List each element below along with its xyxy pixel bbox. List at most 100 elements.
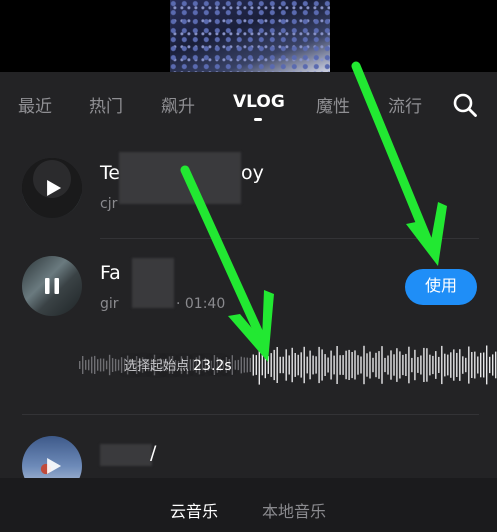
- waveform-bar: [237, 359, 239, 371]
- waveform-bar: [360, 356, 362, 374]
- waveform-bar: [285, 349, 287, 381]
- waveform-bar: [459, 349, 461, 381]
- waveform-bar: [234, 360, 236, 370]
- waveform-bar: [117, 359, 120, 371]
- waveform-bar: [387, 355, 389, 375]
- redaction-mask: [100, 444, 152, 466]
- track-item[interactable]: Te oy cjr: [0, 152, 497, 239]
- waveform-bar: [402, 354, 404, 376]
- tab-magic[interactable]: 魔性: [316, 92, 350, 117]
- waveform-bar: [97, 359, 99, 371]
- waveform-start-time: 23.2s: [193, 358, 232, 374]
- track-item-selected[interactable]: Fa gir · 01:40 使用: [0, 252, 497, 332]
- waveform-bar: [94, 355, 96, 374]
- waveform-bar: [366, 353, 368, 377]
- waveform-bar: [426, 348, 428, 382]
- waveform-bar: [91, 356, 93, 374]
- waveform-bar: [102, 358, 105, 372]
- waveform-bar: [372, 357, 374, 373]
- waveform-bar: [252, 354, 254, 376]
- waveform-bar: [99, 358, 102, 372]
- waveform-bar: [273, 349, 275, 381]
- waveform-bar: [351, 352, 353, 379]
- waveform-bar: [348, 349, 350, 380]
- waveform-bar: [342, 355, 344, 375]
- waveform-bar: [79, 361, 81, 369]
- waveform-bar: [363, 345, 365, 385]
- waveform-bar: [88, 359, 90, 371]
- track-title-suffix: /: [150, 442, 157, 464]
- waveform-bar: [240, 356, 242, 374]
- tab-hot[interactable]: 热门: [89, 92, 123, 117]
- tab-cloud-music[interactable]: 云音乐: [170, 498, 218, 522]
- waveform-bar: [429, 354, 431, 376]
- waveform-bar: [408, 346, 410, 384]
- waveform-bar: [249, 357, 251, 372]
- waveform-bar: [405, 353, 407, 376]
- tab-vlog[interactable]: VLOG: [233, 92, 285, 112]
- waveform-bar: [381, 346, 383, 384]
- waveform-bar: [312, 355, 314, 375]
- waveform-bar: [246, 357, 248, 373]
- video-preview-area: [0, 0, 497, 72]
- music-panel: 最近 热门 飙升 VLOG 魔性 流行 Te oy cjr Fa gir · 0…: [0, 72, 497, 532]
- waveform-bar: [82, 356, 84, 374]
- waveform-bar: [390, 350, 392, 380]
- waveform-bar: [315, 356, 317, 374]
- waveform-bar: [336, 346, 338, 384]
- waveform-bar: [357, 355, 359, 375]
- waveform-bar: [327, 357, 329, 373]
- waveform-bar: [456, 352, 458, 377]
- waveform-bar: [85, 360, 87, 370]
- waveform-bar: [465, 357, 467, 373]
- waveform-selector[interactable]: 选择起始点 23.2s: [78, 342, 497, 388]
- play-icon: [47, 180, 62, 196]
- waveform-bar: [309, 350, 311, 380]
- waveform-bar: [441, 345, 443, 385]
- waveform-bar: [306, 356, 308, 374]
- waveform-bar: [486, 345, 488, 385]
- waveform-bar: [411, 357, 413, 373]
- track-artist: cjr: [100, 196, 118, 212]
- waveform-bar: [264, 351, 266, 379]
- track-title-prefix: Te: [100, 162, 121, 184]
- waveform-bar: [333, 355, 335, 375]
- search-icon[interactable]: [452, 92, 478, 118]
- waveform-bar: [321, 349, 323, 381]
- waveform-bar: [279, 356, 281, 374]
- waveform-start-label: 选择起始点 23.2s: [124, 358, 232, 374]
- divider: [100, 238, 479, 239]
- waveform-bar: [438, 356, 440, 373]
- waveform-bar: [261, 354, 263, 376]
- waveform-bar: [369, 351, 371, 379]
- waveform-bar: [243, 357, 245, 373]
- waveform-bar: [354, 350, 356, 380]
- waveform-bar: [384, 357, 386, 373]
- divider: [22, 414, 479, 415]
- tab-pop[interactable]: 流行: [388, 92, 422, 117]
- tab-rising[interactable]: 飙升: [161, 92, 195, 117]
- waveform-bar: [288, 355, 290, 375]
- waveform-bar: [111, 358, 114, 372]
- waveform-bar: [396, 348, 398, 382]
- waveform-bar: [267, 356, 269, 374]
- waveform-bar: [477, 356, 479, 374]
- waveform-bar: [480, 352, 482, 378]
- waveform-bar: [414, 349, 416, 381]
- tab-recent[interactable]: 最近: [18, 92, 52, 117]
- waveform-bar: [471, 352, 473, 378]
- tab-local-music[interactable]: 本地音乐: [262, 498, 326, 522]
- waveform-bar: [462, 356, 464, 374]
- track-cover[interactable]: [22, 256, 82, 316]
- waveform-bar: [330, 350, 332, 380]
- waveform-bar: [393, 354, 395, 376]
- waveform-bar: [345, 350, 347, 380]
- waveform-bar: [276, 347, 278, 383]
- waveform-bar: [303, 346, 305, 384]
- waveform-bar: [324, 354, 326, 376]
- waveform-bar: [423, 347, 425, 382]
- use-button[interactable]: 使用: [405, 269, 477, 305]
- track-cover[interactable]: [22, 158, 82, 218]
- waveform-bar: [318, 346, 320, 384]
- waveform-bar: [417, 357, 419, 373]
